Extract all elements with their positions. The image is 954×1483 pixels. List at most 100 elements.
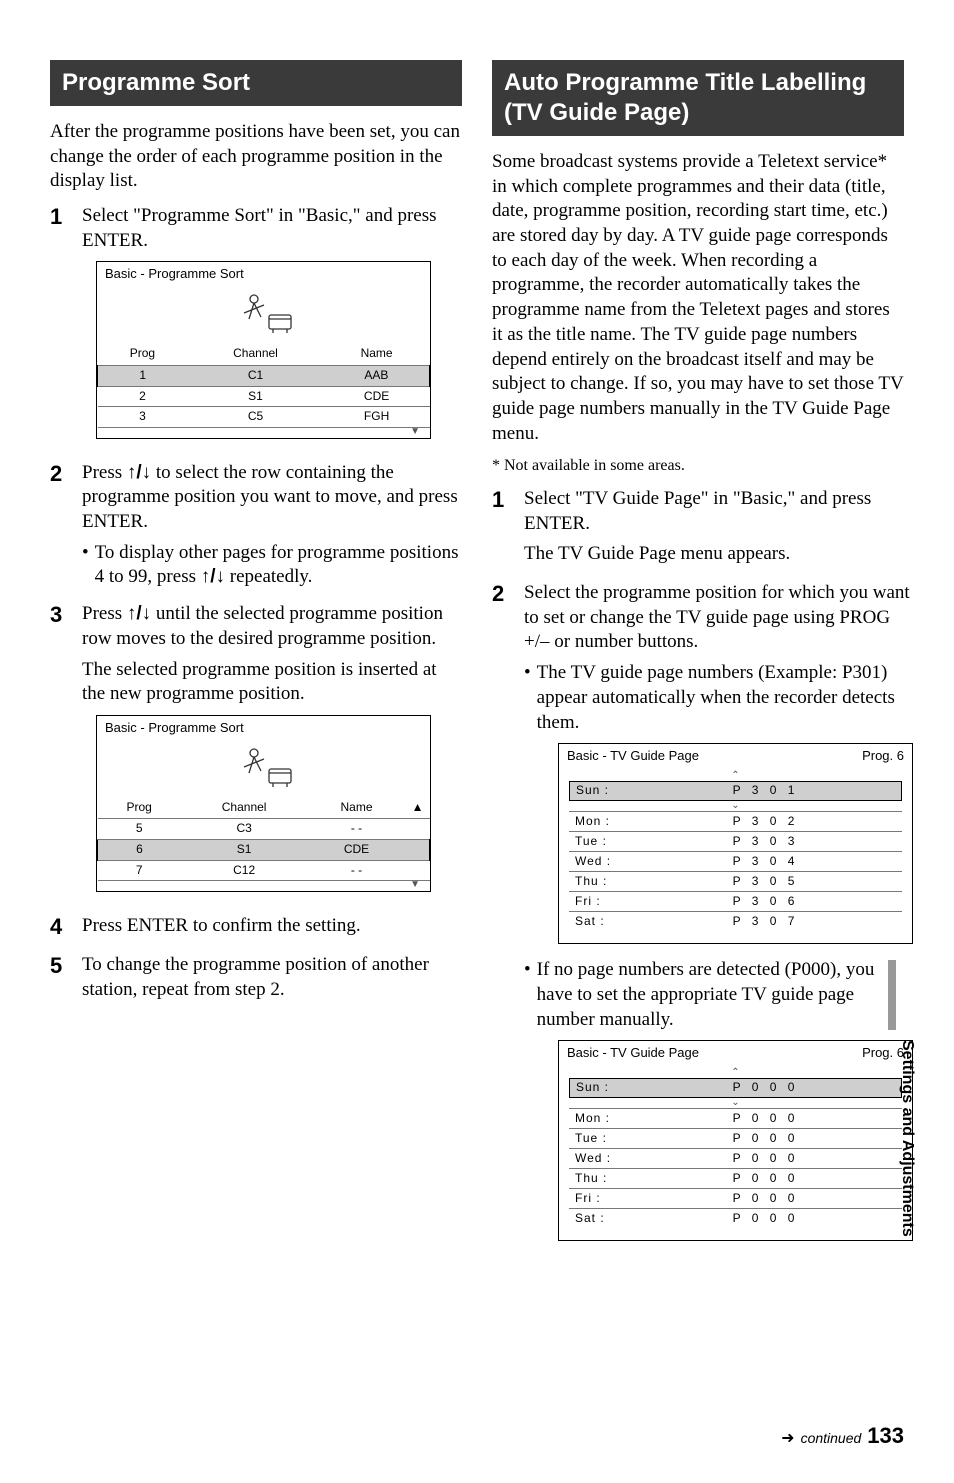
caret-up-icon: ⌃ [569,1068,902,1078]
step-1: 1 Select "Programme Sort" in "Basic," an… [50,204,462,453]
arrow-up-down-icon: ↑/↓ [127,603,151,624]
scroll-down-icon: ▼ [97,428,430,438]
continued-arrow-icon: ➜ [781,1428,794,1448]
tvguide-row: Sun :P 0 0 0 [569,1078,902,1098]
table-row: 3C5FGH [98,407,430,428]
day-label: Sun : [570,1080,630,1096]
tvguide-row: Mon :P 3 0 2 [569,811,902,831]
scroll-up-icon: ▲ [406,797,430,819]
day-label: Fri : [569,1191,629,1207]
tvguide-row: Wed :P 0 0 0 [569,1148,902,1168]
caret-down-icon: ⌄ [569,801,902,811]
intro-text: Some broadcast systems provide a Teletex… [492,150,904,446]
tvguide-row: Sat :P 3 0 7 [569,911,902,931]
arrow-up-down-icon: ↑/↓ [127,462,151,483]
step-4: 4 Press ENTER to confirm the setting. [50,914,462,945]
step-2: 2 Press ↑/↓ to select the row containing… [50,461,462,594]
day-label: Thu : [569,874,629,890]
tvguide-row: Fri :P 3 0 6 [569,891,902,911]
table-cell: 5 [98,819,181,840]
table-cell: C1 [187,365,323,386]
col-channel: Channel [187,343,323,365]
menu-title: Basic - Programme Sort [97,716,430,737]
table-cell: 3 [98,407,188,428]
page-value: P 3 0 6 [629,894,902,910]
table-cell: 7 [98,860,181,881]
table-row: 6S1CDE [98,839,430,860]
step-text: Select "TV Guide Page" in "Basic," and p… [524,487,904,536]
step-text: To change the programme position of anot… [82,953,462,1002]
table-row: 2S1CDE [98,386,430,407]
day-label: Tue : [569,834,629,850]
step-number: 2 [50,461,82,594]
page-value: P 3 0 7 [629,914,902,930]
page-value: P 0 0 0 [629,1111,902,1127]
menu-screenshot-tv-guide-2: Basic - TV Guide Page Prog. 6 ⌃ Sun :P 0… [558,1040,913,1241]
page-value: P 0 0 0 [630,1080,901,1096]
day-label: Wed : [569,854,629,870]
section-tab-bar [888,960,896,1030]
page-value: P 0 0 0 [629,1211,902,1227]
tvguide-row: Sun :P 3 0 1 [569,781,902,801]
table-cell: C12 [181,860,308,881]
menu-logo-icon [97,737,430,797]
table-cell: CDE [307,839,405,860]
table-cell: S1 [187,386,323,407]
tvguide-row: Sat :P 0 0 0 [569,1208,902,1228]
menu-title: Basic - Programme Sort [97,262,430,283]
step-2: 2 Select the programme position for whic… [492,581,904,1255]
section-tab-label: Settings and Adjustments [898,1040,916,1237]
page-value: P 0 0 0 [629,1191,902,1207]
menu-logo-icon [97,283,430,343]
col-prog: Prog [98,797,181,819]
section-header-programme-sort: Programme Sort [50,60,462,106]
day-label: Sat : [569,914,629,930]
col-channel: Channel [181,797,308,819]
footnote-text: * Not available in some areas. [492,456,904,477]
step-text: Press ↑/↓ until the selected programme p… [82,602,462,651]
page-value: P 3 0 5 [629,874,902,890]
day-label: Fri : [569,894,629,910]
menu-table: Prog Channel Name 1C1AAB2S1CDE3C5FGH [97,343,430,427]
page-value: P 0 0 0 [629,1131,902,1147]
step-text: Select "Programme Sort" in "Basic," and … [82,204,462,253]
scroll-down-icon: ▼ [97,881,430,891]
right-column: Auto Programme Title Labelling (TV Guide… [492,60,904,1263]
step-1: 1 Select "TV Guide Page" in "Basic," and… [492,487,904,573]
step-text: Press ↑/↓ to select the row containing t… [82,461,462,535]
col-name: Name [324,343,430,365]
page-value: P 0 0 0 [629,1151,902,1167]
tvguide-row: Mon :P 0 0 0 [569,1108,902,1128]
step-5: 5 To change the programme position of an… [50,953,462,1008]
menu-screenshot-programme-sort-1: Basic - Programme Sort Prog Channel [96,261,431,438]
steps-right: 1 Select "TV Guide Page" in "Basic," and… [492,487,904,1255]
continued-label: continued [801,1430,862,1446]
table-cell: CDE [324,386,430,407]
day-label: Wed : [569,1151,629,1167]
bullet-text: The TV guide page numbers (Example: P301… [524,661,913,735]
step-text: The selected programme position is inser… [82,658,462,707]
tvguide-row: Tue :P 3 0 3 [569,831,902,851]
menu-screenshot-tv-guide-1: Basic - TV Guide Page Prog. 6 ⌃ Sun :P 3… [558,743,913,944]
arrow-up-down-icon: ↑/↓ [201,566,225,587]
step-number: 1 [50,204,82,453]
page-value: P 0 0 0 [629,1171,902,1187]
bullet-text: If no page numbers are detected (P000), … [524,958,913,1032]
tvguide-row: Thu :P 0 0 0 [569,1168,902,1188]
prog-indicator: Prog. 6 [862,748,904,765]
step-number: 5 [50,953,82,1008]
page-number: 133 [867,1423,904,1449]
table-cell: 6 [98,839,181,860]
day-label: Thu : [569,1171,629,1187]
step-number: 4 [50,914,82,945]
menu-title: Basic - TV Guide Page [567,748,699,765]
caret-down-icon: ⌄ [569,1098,902,1108]
menu-title: Basic - TV Guide Page [567,1045,699,1062]
step-number: 2 [492,581,524,1255]
day-label: Sat : [569,1211,629,1227]
table-cell: FGH [324,407,430,428]
table-row: 1C1AAB [98,365,430,386]
intro-text: After the programme positions have been … [50,120,462,194]
col-prog: Prog [98,343,188,365]
table-row: 7C12- - [98,860,430,881]
